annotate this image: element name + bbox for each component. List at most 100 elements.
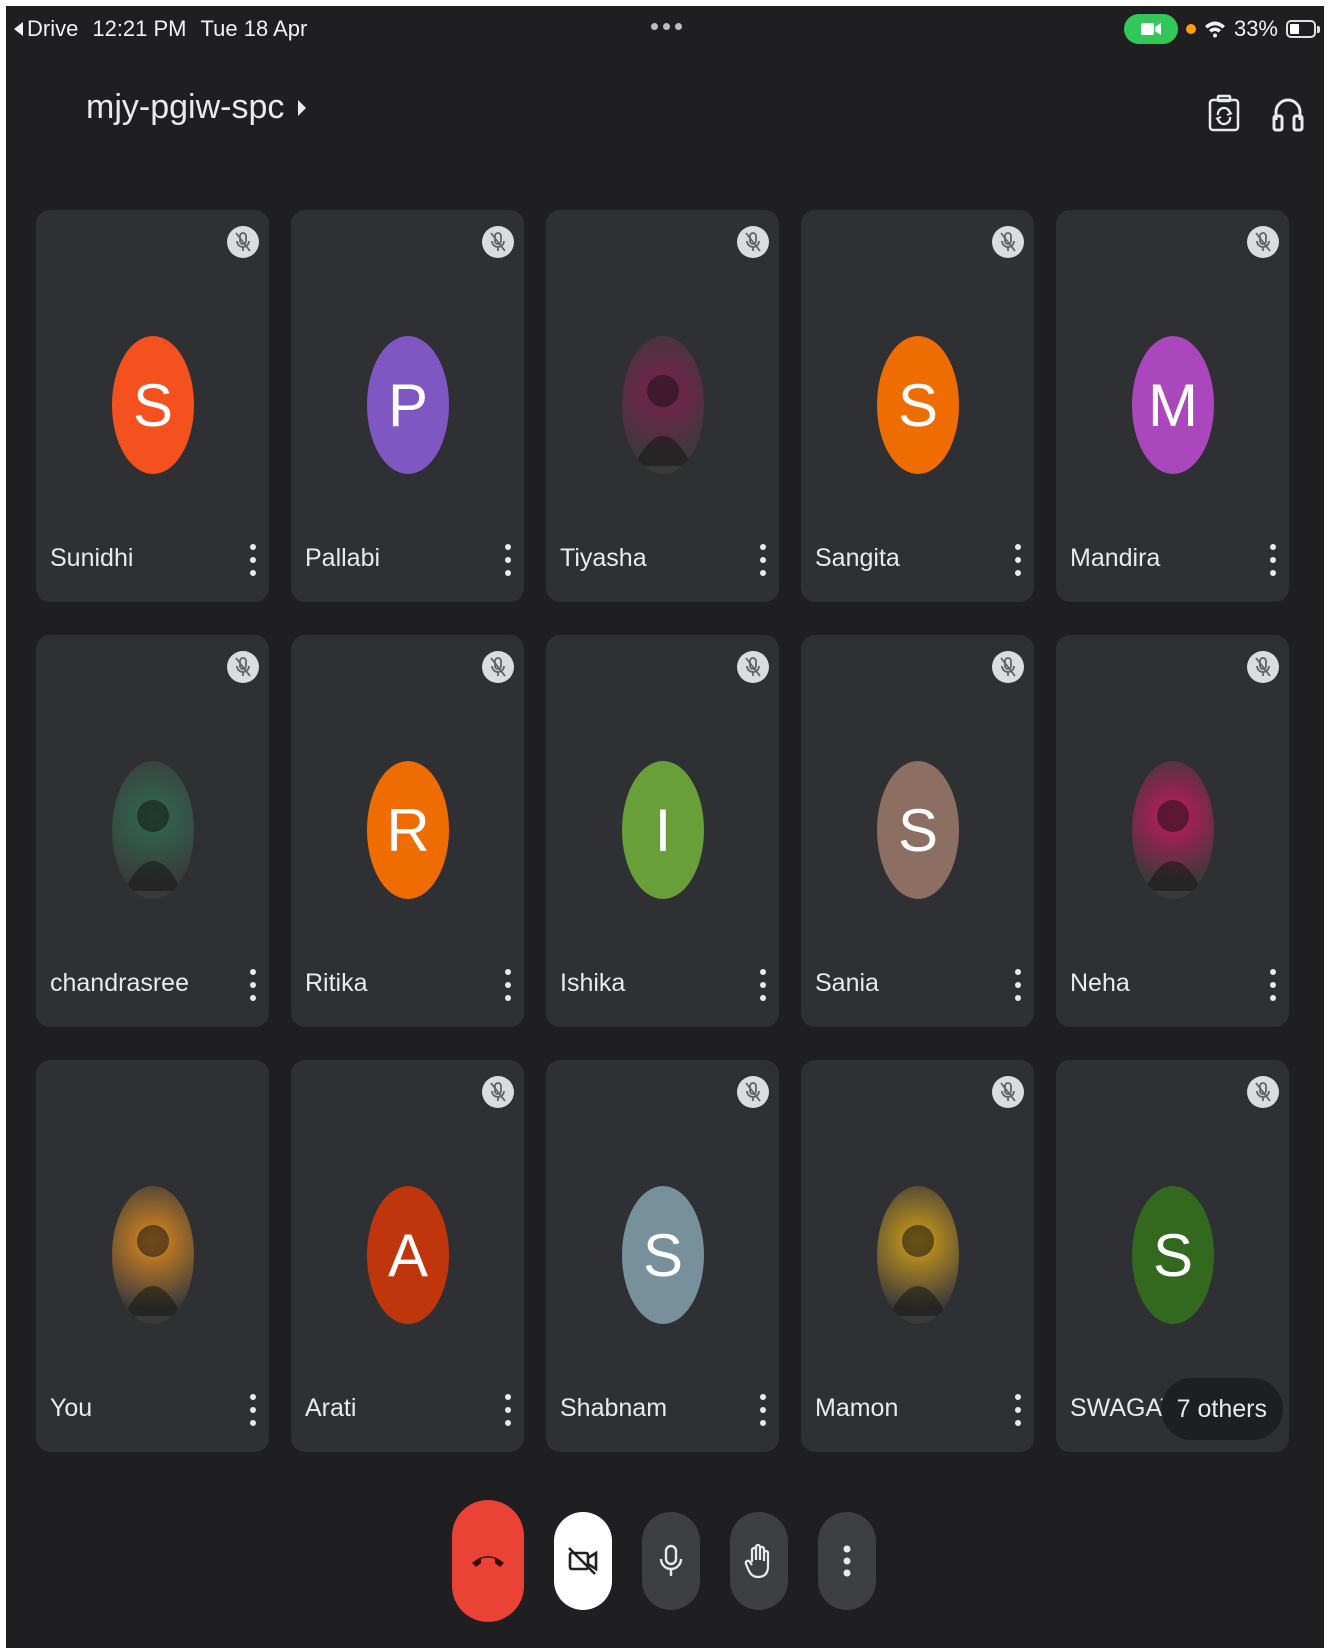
more-vert-icon[interactable] — [1012, 967, 1024, 1003]
others-chip[interactable]: 7 others — [1160, 1378, 1283, 1440]
more-vert-icon[interactable] — [1012, 1392, 1024, 1428]
participant-tile[interactable]: chandrasree — [36, 635, 269, 1027]
back-to-app-link[interactable]: Drive — [14, 16, 78, 42]
more-vert-icon[interactable] — [247, 542, 259, 578]
avatar-initial: S — [132, 371, 174, 439]
avatar-initial: I — [654, 796, 672, 864]
call-controls — [452, 1500, 876, 1622]
avatar: R — [367, 761, 449, 899]
more-vert-icon[interactable] — [1012, 542, 1024, 578]
avatar: S — [622, 1186, 704, 1324]
avatar-initial: S — [897, 371, 939, 439]
participant-name: Neha — [1070, 969, 1130, 997]
more-vert-icon[interactable] — [502, 542, 514, 578]
mic-off-icon — [1255, 1082, 1271, 1102]
participant-tile[interactable]: S Sunidhi — [36, 210, 269, 602]
muted-badge — [737, 226, 769, 258]
participant-name: You — [50, 1394, 93, 1422]
mic-off-icon — [745, 232, 761, 252]
multitasking-dots-icon[interactable] — [651, 23, 682, 30]
participant-tile[interactable]: R Ritika — [291, 635, 524, 1027]
avatar: M — [1132, 336, 1214, 474]
muted-badge — [227, 226, 259, 258]
chevron-right-icon — [298, 99, 307, 116]
avatar-photo — [877, 1186, 959, 1324]
audio-output-button[interactable] — [1268, 90, 1308, 136]
participant-name: Mamon — [815, 1394, 899, 1422]
participant-name: chandrasree — [50, 969, 189, 997]
muted-badge — [482, 1076, 514, 1108]
status-date: Tue 18 Apr — [200, 16, 308, 41]
headphones-icon — [1272, 98, 1304, 132]
switch-camera-icon — [1208, 94, 1240, 132]
status-bar: Drive 12:21 PM Tue 18 Apr 33% — [6, 6, 1324, 50]
avatar: S — [1132, 1186, 1214, 1324]
mic-off-icon — [490, 1082, 506, 1102]
muted-badge — [482, 226, 514, 258]
avatar: S — [877, 336, 959, 474]
more-vert-icon[interactable] — [1267, 967, 1279, 1003]
participant-tile[interactable]: S SWAGATA 7 others — [1056, 1060, 1289, 1452]
person-photo-icon — [1144, 800, 1202, 891]
toggle-mic-button[interactable] — [642, 1512, 700, 1610]
participant-tile[interactable]: S Sangita — [801, 210, 1034, 602]
meeting-code: mjy-pgiw-spc — [86, 88, 285, 126]
more-vert-icon[interactable] — [247, 1392, 259, 1428]
mic-off-icon — [235, 657, 251, 677]
end-call-button[interactable] — [452, 1500, 524, 1622]
participant-name: Sania — [815, 969, 879, 997]
participant-tile[interactable]: I Ishika — [546, 635, 779, 1027]
mic-off-icon — [1255, 232, 1271, 252]
switch-camera-button[interactable] — [1204, 90, 1244, 136]
avatar-photo — [622, 336, 704, 474]
participant-tile[interactable]: A Arati — [291, 1060, 524, 1452]
avatar-initial: A — [387, 1221, 429, 1289]
avatar-initial: R — [386, 796, 430, 864]
participant-name: Arati — [305, 1394, 357, 1422]
mic-off-icon — [490, 232, 506, 252]
participant-name: Pallabi — [305, 544, 381, 572]
participant-tile[interactable]: Mamon — [801, 1060, 1034, 1452]
participant-tile[interactable]: Neha — [1056, 635, 1289, 1027]
back-arrow-icon — [14, 22, 23, 36]
back-app-label: Drive — [27, 16, 79, 41]
participant-tile[interactable]: S Shabnam — [546, 1060, 779, 1452]
participant-name: Tiyasha — [560, 544, 647, 572]
mic-off-icon — [745, 1082, 761, 1102]
meet-screen: Drive 12:21 PM Tue 18 Apr 33% mjy-pgiw-s… — [6, 6, 1324, 1648]
avatar-initial: S — [1152, 1221, 1194, 1289]
wifi-icon — [1204, 21, 1225, 38]
avatar-initial: S — [897, 796, 939, 864]
muted-badge — [1247, 1076, 1279, 1108]
person-photo-icon — [124, 800, 182, 891]
avatar: S — [877, 761, 959, 899]
toggle-video-button[interactable] — [554, 1512, 612, 1610]
more-vert-icon[interactable] — [757, 967, 769, 1003]
more-options-button[interactable] — [818, 1512, 876, 1610]
more-vert-icon[interactable] — [502, 1392, 514, 1428]
participant-tile[interactable]: You — [36, 1060, 269, 1452]
raise-hand-button[interactable] — [730, 1512, 788, 1610]
participant-name: Ishika — [560, 969, 626, 997]
participant-tile[interactable]: P Pallabi — [291, 210, 524, 602]
muted-badge — [737, 651, 769, 683]
more-vert-icon[interactable] — [1267, 542, 1279, 578]
mic-off-icon — [490, 657, 506, 677]
more-vert-icon[interactable] — [247, 967, 259, 1003]
avatar-photo — [1132, 761, 1214, 899]
muted-badge — [1247, 651, 1279, 683]
person-photo-icon — [889, 1225, 947, 1316]
mic-off-icon — [1255, 657, 1271, 677]
more-vert-icon[interactable] — [757, 542, 769, 578]
battery-percent: 33% — [1233, 16, 1278, 41]
more-vert-icon[interactable] — [502, 967, 514, 1003]
meeting-title[interactable]: mjy-pgiw-spc — [86, 88, 307, 127]
participant-tile[interactable]: M Mandira — [1056, 210, 1289, 602]
participant-tile[interactable]: S Sania — [801, 635, 1034, 1027]
participant-tile[interactable]: Tiyasha — [546, 210, 779, 602]
muted-badge — [992, 651, 1024, 683]
more-vert-icon[interactable] — [757, 1392, 769, 1428]
status-time: 12:21 PM — [92, 16, 187, 41]
avatar: A — [367, 1186, 449, 1324]
microphone-icon — [659, 1544, 683, 1576]
